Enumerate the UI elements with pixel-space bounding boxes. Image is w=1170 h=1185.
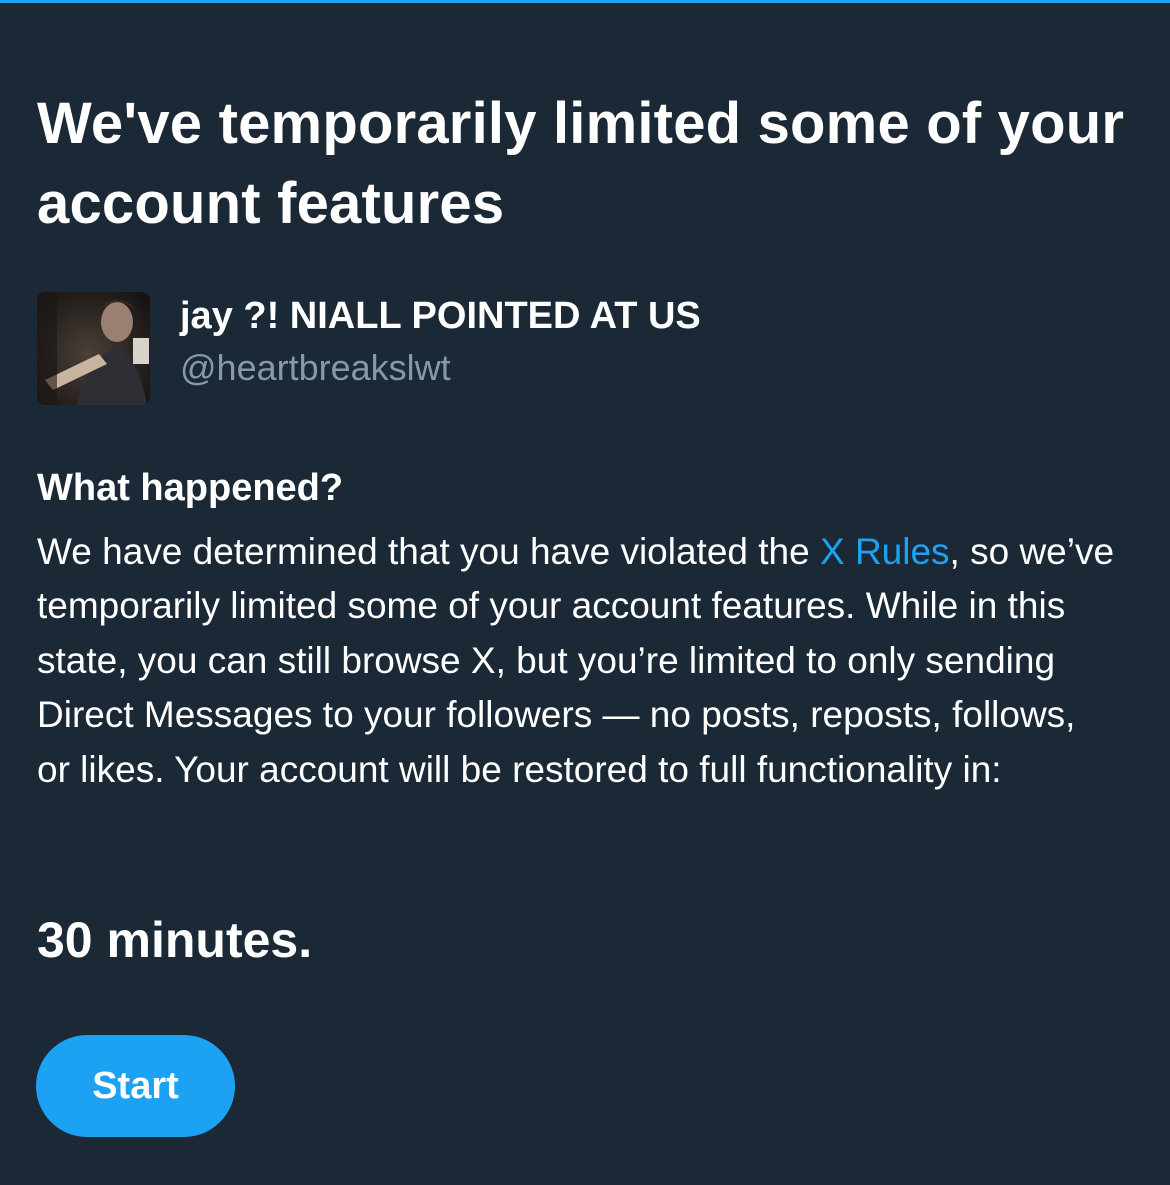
account-display-name: jay ?! NIALL POINTED AT US — [180, 295, 701, 337]
explanation-text: We have determined that you have violate… — [37, 525, 1117, 797]
page-title: We've temporarily limited some of your a… — [37, 91, 1125, 236]
x-rules-link[interactable]: X Rules — [820, 531, 950, 572]
section-heading: What happened? — [37, 467, 344, 509]
restriction-duration: 30 minutes. — [37, 912, 313, 968]
top-divider — [0, 0, 1170, 3]
account-handle: @heartbreakslwt — [180, 347, 451, 388]
avatar — [37, 292, 150, 405]
start-button[interactable]: Start — [36, 1035, 235, 1137]
explanation-text-start: We have determined that you have violate… — [37, 531, 820, 572]
avatar-image — [37, 292, 150, 405]
